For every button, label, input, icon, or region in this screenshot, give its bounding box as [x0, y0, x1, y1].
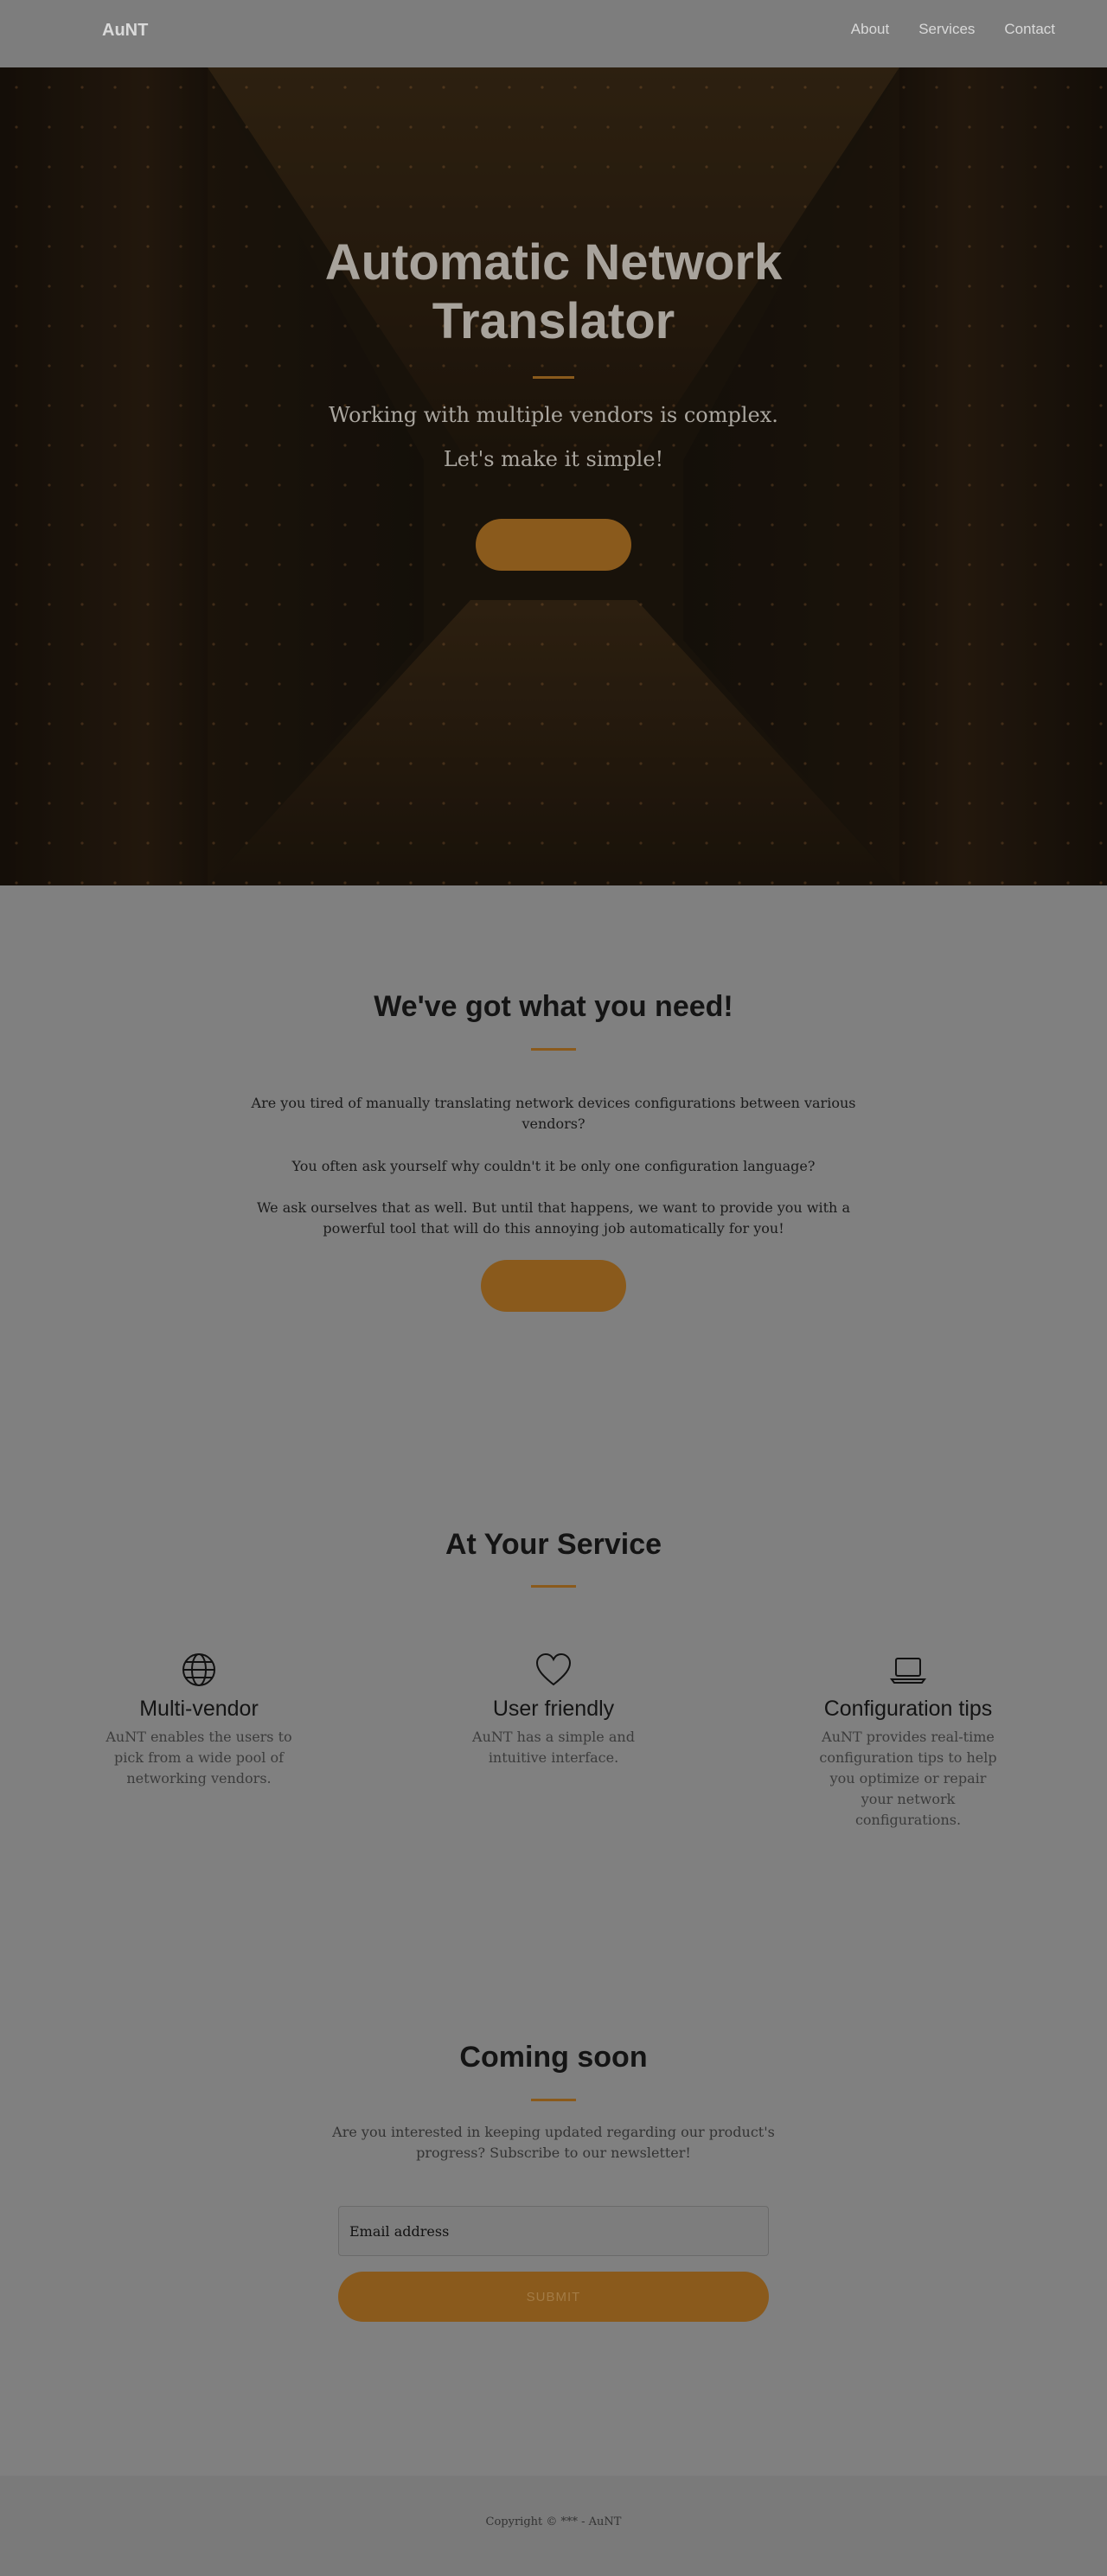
submit-button[interactable]: SUBMIT	[338, 2272, 769, 2322]
heart-icon	[441, 1652, 666, 1688]
hero-overlay	[0, 67, 1107, 885]
navbar: AuNT About Services Contact	[0, 0, 1107, 67]
service-title: Multi-vendor	[139, 1697, 259, 1721]
hero-subtitle: Let's make it simple!	[443, 447, 664, 471]
about-paragraph: We ask ourselves that as well. But until…	[257, 1199, 850, 1237]
brand-logo[interactable]: AuNT	[102, 21, 148, 41]
service-user-friendly: User friendly AuNT has a simple and intu…	[441, 1652, 666, 1768]
service-description: AuNT enables the users to pick from a wi…	[106, 1729, 292, 1787]
service-title: User friendly	[492, 1697, 615, 1721]
nav-links: About Services Contact	[851, 21, 1055, 38]
globe-icon	[86, 1652, 311, 1688]
nav-link-about[interactable]: About	[851, 21, 889, 38]
hero-section	[0, 67, 1107, 885]
footer: Copyright © *** - AuNT	[0, 2476, 1107, 2576]
services-divider	[531, 1585, 576, 1588]
email-field[interactable]	[338, 2206, 769, 2256]
laptop-icon	[796, 1652, 1021, 1688]
hero-title-line: Translator	[432, 293, 675, 349]
service-description: AuNT has a simple and intuitive interfac…	[472, 1729, 635, 1766]
hero-title-line: Automatic Network	[324, 234, 783, 291]
about-paragraph: You often ask yourself why couldn't it b…	[291, 1158, 816, 1174]
service-description: AuNT provides real-time configuration ti…	[819, 1729, 997, 1828]
services-heading: At Your Service	[445, 1528, 662, 1561]
hero-subtitle: Working with multiple vendors is complex…	[329, 403, 778, 427]
about-divider	[531, 1048, 576, 1051]
get-started-button[interactable]	[481, 1260, 626, 1312]
newsletter-heading: Coming soon	[459, 2041, 648, 2074]
service-configuration-tips: Configuration tips AuNT provides real-ti…	[796, 1652, 1021, 1831]
nav-link-contact[interactable]: Contact	[1004, 21, 1055, 38]
find-out-more-button[interactable]	[476, 519, 631, 571]
hero-divider	[533, 376, 574, 379]
nav-link-services[interactable]: Services	[918, 21, 975, 38]
newsletter-divider	[531, 2099, 576, 2101]
copyright-text: Copyright © *** - AuNT	[485, 2515, 622, 2528]
service-title: Configuration tips	[823, 1697, 993, 1721]
newsletter-description: Are you interested in keeping updated re…	[332, 2124, 775, 2161]
about-paragraph: Are you tired of manually translating ne…	[251, 1095, 856, 1132]
service-multi-vendor: Multi-vendor AuNT enables the users to p…	[86, 1652, 311, 1789]
about-heading: We've got what you need!	[374, 990, 733, 1023]
hero-title: Automatic Network Translator	[251, 233, 856, 351]
